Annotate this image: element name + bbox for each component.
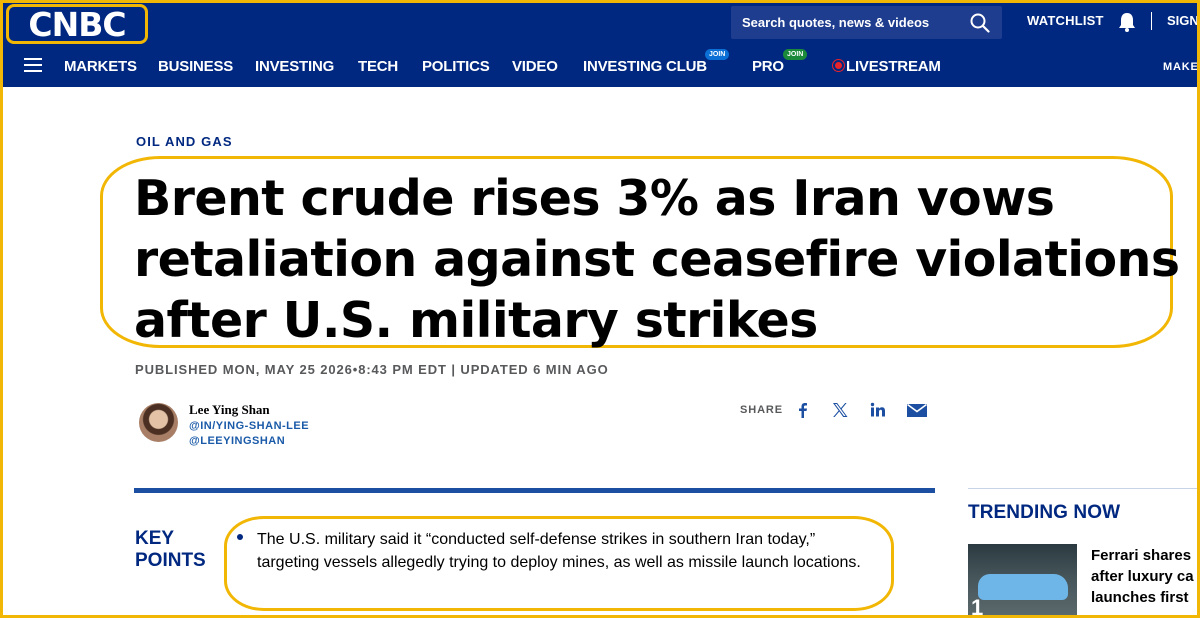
live-indicator-icon (833, 60, 844, 71)
facebook-icon[interactable] (794, 401, 812, 419)
investing-club-join-badge[interactable]: JOIN (705, 49, 730, 60)
sidebar-divider (968, 488, 1200, 489)
author-avatar[interactable] (139, 403, 178, 442)
article-divider (134, 488, 935, 493)
main-nav: MARKETS BUSINESS INVESTING TECH POLITICS… (0, 44, 1200, 87)
header-divider (1151, 12, 1152, 30)
nav-video[interactable]: VIDEO (512, 58, 558, 75)
share-label: SHARE (740, 404, 784, 416)
nav-make-it[interactable]: MAKE (1163, 61, 1199, 73)
car-image (978, 574, 1068, 600)
trending-headline[interactable]: Ferrari shares after luxury ca launches … (1091, 545, 1200, 618)
trending-now-title: TRENDING NOW (968, 502, 1121, 523)
nav-markets[interactable]: MARKETS (64, 58, 137, 75)
trending-headline-line[interactable]: after luxury ca (1091, 566, 1200, 587)
author-name[interactable]: Lee Ying Shan (189, 402, 270, 418)
logo-text: CNBC (28, 4, 126, 44)
trending-rank: 1 (971, 595, 984, 618)
nav-investing[interactable]: INVESTING (255, 58, 334, 75)
section-label[interactable]: OIL AND GAS (136, 134, 233, 149)
nav-tech[interactable]: TECH (358, 58, 398, 75)
trending-headline-line[interactable]: Ferrari shares (1091, 545, 1200, 566)
key-points-label-text: KEY POINTS (135, 528, 206, 571)
trending-thumbnail[interactable]: 1 (968, 544, 1077, 618)
author-linkedin-handle[interactable]: @IN/YING-SHAN-LEE (189, 420, 309, 432)
trending-headline-line[interactable]: launches first (1091, 587, 1200, 608)
search-icon[interactable] (970, 13, 990, 33)
pro-join-badge[interactable]: JOIN (783, 49, 808, 60)
nav-livestream[interactable]: LIVESTREAM (846, 58, 941, 75)
top-bar (0, 0, 1200, 44)
sign-in-link[interactable]: SIGN (1167, 13, 1199, 28)
published-timestamp: PUBLISHED MON, MAY 25 2026•8:43 PM EDT |… (135, 362, 609, 377)
nav-politics[interactable]: POLITICS (422, 58, 490, 75)
linkedin-icon[interactable] (869, 401, 887, 419)
nav-business[interactable]: BUSINESS (158, 58, 233, 75)
article-headline: Brent crude rises 3% as Iran vows retali… (134, 170, 1180, 349)
watchlist-link[interactable]: WATCHLIST (1027, 13, 1104, 28)
author-twitter-handle[interactable]: @LEEYINGSHAN (189, 435, 285, 447)
nav-pro[interactable]: PRO (752, 58, 784, 75)
x-icon[interactable] (831, 401, 849, 419)
hamburger-menu-icon[interactable] (24, 58, 42, 72)
bell-icon[interactable] (1116, 11, 1138, 33)
email-icon[interactable] (906, 401, 928, 419)
key-point-bullet (237, 534, 243, 540)
nav-investing-club[interactable]: INVESTING CLUB (583, 58, 707, 75)
key-points-label: KEY POINTS (135, 528, 215, 572)
cnbc-logo[interactable]: CNBC (6, 4, 148, 44)
search-input[interactable]: Search quotes, news & videos (742, 15, 929, 30)
search-box[interactable]: Search quotes, news & videos (731, 6, 1002, 39)
key-point-text: The U.S. military said it “conducted sel… (257, 531, 861, 571)
